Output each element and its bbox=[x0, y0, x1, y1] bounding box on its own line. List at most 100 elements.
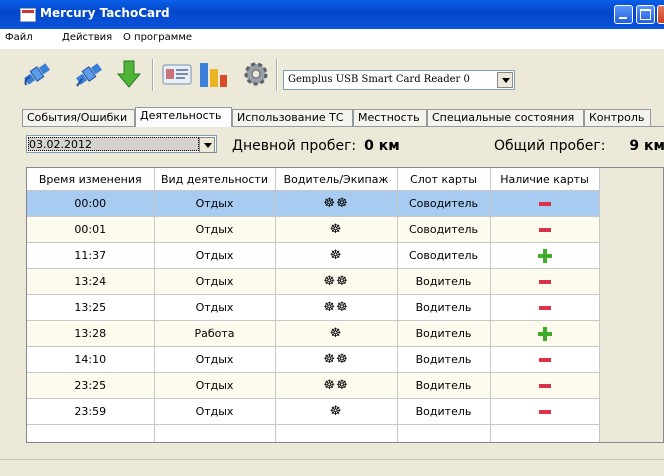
cell-card bbox=[490, 346, 600, 373]
cell-crew: ☸☸ bbox=[275, 294, 398, 321]
download-arrow-icon[interactable] bbox=[112, 57, 146, 91]
plus-icon bbox=[537, 326, 552, 341]
minus-icon bbox=[538, 306, 551, 310]
cell-time-text: 13:25 bbox=[74, 301, 107, 314]
minus-icon bbox=[538, 384, 551, 388]
cell-activity-text: Отдых bbox=[195, 405, 234, 418]
minus-icon bbox=[538, 202, 551, 206]
minus-icon bbox=[538, 358, 551, 362]
tab-places[interactable]: Местность bbox=[353, 109, 427, 126]
cell-crew: ☸ bbox=[275, 320, 398, 347]
empty-cell bbox=[490, 424, 600, 442]
column-header-slot[interactable]: Слот карты bbox=[397, 168, 491, 191]
cell-slot: Соводитель bbox=[397, 190, 491, 217]
menu-actions[interactable]: Действия bbox=[62, 32, 112, 43]
table-row[interactable]: 00:00 Отдых ☸☸ Соводитель bbox=[27, 190, 600, 217]
minimize-button[interactable] bbox=[614, 5, 633, 24]
column-header-time[interactable]: Время изменения bbox=[27, 168, 155, 191]
cell-time-text: 11:37 bbox=[74, 249, 107, 262]
cell-activity-text: Отдых bbox=[195, 249, 234, 262]
cell-time: 11:37 bbox=[27, 242, 155, 269]
steering-wheel-icon: ☸ bbox=[329, 248, 343, 263]
cell-crew: ☸ bbox=[275, 398, 398, 425]
card-reader-value: Gemplus USB Smart Card Reader 0 bbox=[288, 74, 470, 85]
cell-slot: Соводитель bbox=[397, 242, 491, 269]
activity-table: Время изменения Вид деятельности Водител… bbox=[27, 168, 600, 442]
cell-card bbox=[490, 372, 600, 399]
chevron-down-icon[interactable] bbox=[497, 72, 513, 88]
cell-time: 13:24 bbox=[27, 268, 155, 295]
card-view-icon[interactable] bbox=[160, 57, 194, 91]
cell-time: 00:01 bbox=[27, 216, 155, 243]
column-header-crew[interactable]: Водитель/Экипаж bbox=[275, 168, 398, 191]
chevron-down-icon[interactable] bbox=[199, 137, 215, 153]
menu-about[interactable]: О программе bbox=[123, 32, 192, 43]
table-row-empty[interactable] bbox=[27, 424, 600, 442]
date-value: 03.02.2012 bbox=[28, 137, 199, 151]
tab-events-errors[interactable]: События/Ошибки bbox=[22, 109, 135, 126]
cell-crew: ☸☸ bbox=[275, 372, 398, 399]
minus-icon bbox=[538, 228, 551, 232]
daily-mileage: Дневной пробег: 0 км bbox=[232, 138, 400, 154]
minus-icon bbox=[538, 410, 551, 414]
satellite-disconnect-icon[interactable] bbox=[72, 57, 106, 91]
table-row[interactable]: 23:59 Отдых ☸ Водитель bbox=[27, 398, 600, 425]
table-row[interactable]: 11:37 Отдых ☸ Соводитель bbox=[27, 242, 600, 269]
tab-special-conditions[interactable]: Специальные состояния bbox=[427, 109, 584, 126]
cell-slot: Водитель bbox=[397, 346, 491, 373]
table-row[interactable]: 13:24 Отдых ☸☸ Водитель bbox=[27, 268, 600, 295]
settings-gear-icon[interactable] bbox=[239, 57, 273, 91]
cell-slot-text: Водитель bbox=[415, 327, 472, 340]
steering-wheel-icon: ☸☸ bbox=[323, 300, 349, 315]
close-button[interactable] bbox=[657, 5, 664, 24]
cell-activity: Отдых bbox=[154, 398, 276, 425]
cell-activity: Отдых bbox=[154, 346, 276, 373]
table-row[interactable]: 23:25 Отдых ☸☸ Водитель bbox=[27, 372, 600, 399]
activity-grid[interactable]: Время изменения Вид деятельности Водител… bbox=[26, 167, 664, 443]
tab-control[interactable]: Контроль bbox=[584, 109, 651, 126]
tab-activity[interactable]: Деятельность bbox=[135, 107, 232, 127]
column-header-activity[interactable]: Вид деятельности bbox=[154, 168, 276, 191]
cell-crew: ☸☸ bbox=[275, 346, 398, 373]
table-row[interactable]: 14:10 Отдых ☸☸ Водитель bbox=[27, 346, 600, 373]
plus-icon bbox=[537, 248, 552, 263]
toolbar-separator bbox=[152, 59, 154, 91]
cell-time: 13:28 bbox=[27, 320, 155, 347]
cell-slot-text: Водитель bbox=[415, 301, 472, 314]
cell-time: 13:25 bbox=[27, 294, 155, 321]
cell-crew: ☸☸ bbox=[275, 190, 398, 217]
table-row[interactable]: 13:25 Отдых ☸☸ Водитель bbox=[27, 294, 600, 321]
cell-time-text: 23:59 bbox=[74, 405, 107, 418]
cell-time: 23:59 bbox=[27, 398, 155, 425]
cell-card bbox=[490, 294, 600, 321]
satellite-connect-icon[interactable] bbox=[20, 57, 54, 91]
card-reader-select[interactable]: Gemplus USB Smart Card Reader 0 bbox=[283, 70, 515, 90]
tab-vehicle-usage[interactable]: Использование ТС bbox=[232, 109, 353, 126]
column-header-card[interactable]: Наличие карты bbox=[490, 168, 600, 191]
cell-activity-text: Отдых bbox=[195, 379, 234, 392]
bar-chart-icon[interactable] bbox=[197, 57, 231, 91]
cell-time-text: 14:10 bbox=[74, 353, 107, 366]
cell-time-text: 13:24 bbox=[74, 275, 107, 288]
table-row[interactable]: 13:28 Работа ☸ Водитель bbox=[27, 320, 600, 347]
menu-file[interactable]: Файл bbox=[5, 32, 33, 43]
cell-slot-text: Водитель bbox=[415, 275, 472, 288]
empty-cell bbox=[27, 424, 155, 442]
steering-wheel-icon: ☸☸ bbox=[323, 352, 349, 367]
maximize-button[interactable] bbox=[636, 5, 655, 24]
cell-activity-text: Отдых bbox=[195, 197, 234, 210]
cell-card bbox=[490, 320, 600, 347]
cell-crew: ☸ bbox=[275, 242, 398, 269]
date-select[interactable]: 03.02.2012 bbox=[26, 135, 217, 153]
cell-card bbox=[490, 398, 600, 425]
cell-slot-text: Соводитель bbox=[408, 197, 479, 210]
empty-cell bbox=[275, 424, 398, 442]
cell-slot: Водитель bbox=[397, 268, 491, 295]
cell-slot: Водитель bbox=[397, 294, 491, 321]
app-icon bbox=[20, 8, 36, 22]
cell-activity: Отдых bbox=[154, 190, 276, 217]
steering-wheel-icon: ☸☸ bbox=[323, 274, 349, 289]
cell-activity: Работа bbox=[154, 320, 276, 347]
table-row[interactable]: 00:01 Отдых ☸ Соводитель bbox=[27, 216, 600, 243]
steering-wheel-icon: ☸☸ bbox=[323, 196, 349, 211]
